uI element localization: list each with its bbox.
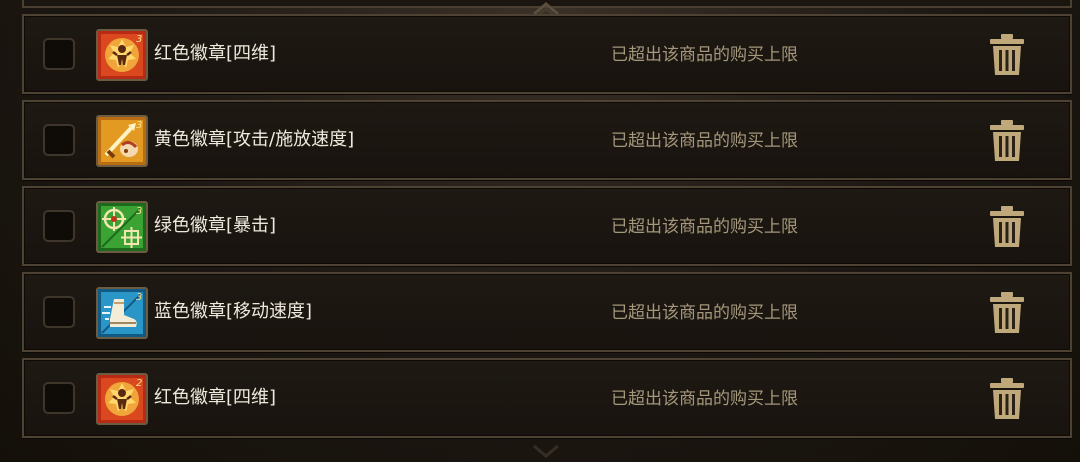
item-name: 红色徽章[四维] xyxy=(154,43,277,64)
item-name: 绿色徽章[暴击] xyxy=(154,215,277,236)
select-item-checkbox[interactable] xyxy=(43,210,75,242)
purchase-limit-status: 已超出该商品的购买上限 xyxy=(611,131,798,151)
item-name: 蓝色徽章[移动速度] xyxy=(154,301,313,322)
badge-level: 2 xyxy=(136,378,142,389)
badge-level: 3 xyxy=(136,292,142,303)
select-item-checkbox[interactable] xyxy=(43,382,75,414)
item-name: 红色徽章[四维] xyxy=(154,387,277,408)
badge-level: 3 xyxy=(136,206,142,217)
red-badge-stats-icon: 3 xyxy=(96,29,148,81)
trash-icon xyxy=(990,206,1024,247)
cart-item-row: 3 绿色徽章[暴击] 已超出该商品的购买上限 xyxy=(22,186,1072,266)
delete-item-button[interactable] xyxy=(988,291,1026,335)
shopping-cart-panel: 3 红色徽章[四维] 已超出该商品的购买上限 3 黄色徽章[攻击/施放速度] 已… xyxy=(0,0,1080,462)
select-item-checkbox[interactable] xyxy=(43,124,75,156)
badge-level: 3 xyxy=(136,34,142,45)
purchase-limit-status: 已超出该商品的购买上限 xyxy=(611,45,798,65)
purchase-limit-status: 已超出该商品的购买上限 xyxy=(611,303,798,323)
cart-item-row: 3 黄色徽章[攻击/施放速度] 已超出该商品的购买上限 xyxy=(22,100,1072,180)
scroll-down-ornament-icon xyxy=(533,444,559,458)
purchase-limit-status: 已超出该商品的购买上限 xyxy=(611,389,798,409)
trash-icon xyxy=(990,34,1024,75)
select-item-checkbox[interactable] xyxy=(43,296,75,328)
cart-item-row: 2 红色徽章[四维] 已超出该商品的购买上限 xyxy=(22,358,1072,438)
trash-icon xyxy=(990,378,1024,419)
item-name: 黄色徽章[攻击/施放速度] xyxy=(154,129,355,150)
trash-icon xyxy=(990,292,1024,333)
red-badge-stats-icon: 2 xyxy=(96,373,148,425)
cart-item-list: 3 红色徽章[四维] 已超出该商品的购买上限 3 黄色徽章[攻击/施放速度] 已… xyxy=(0,0,1080,462)
delete-item-button[interactable] xyxy=(988,377,1026,421)
cart-item-row: 3 蓝色徽章[移动速度] 已超出该商品的购买上限 xyxy=(22,272,1072,352)
blue-badge-move-speed-icon: 3 xyxy=(96,287,148,339)
purchase-limit-status: 已超出该商品的购买上限 xyxy=(611,217,798,237)
badge-level: 3 xyxy=(136,120,142,131)
delete-item-button[interactable] xyxy=(988,205,1026,249)
green-badge-crit-icon: 3 xyxy=(96,201,148,253)
delete-item-button[interactable] xyxy=(988,119,1026,163)
trash-icon xyxy=(990,120,1024,161)
yellow-badge-attack-speed-icon: 3 xyxy=(96,115,148,167)
cart-item-row: 3 红色徽章[四维] 已超出该商品的购买上限 xyxy=(22,14,1072,94)
select-item-checkbox[interactable] xyxy=(43,38,75,70)
delete-item-button[interactable] xyxy=(988,33,1026,77)
